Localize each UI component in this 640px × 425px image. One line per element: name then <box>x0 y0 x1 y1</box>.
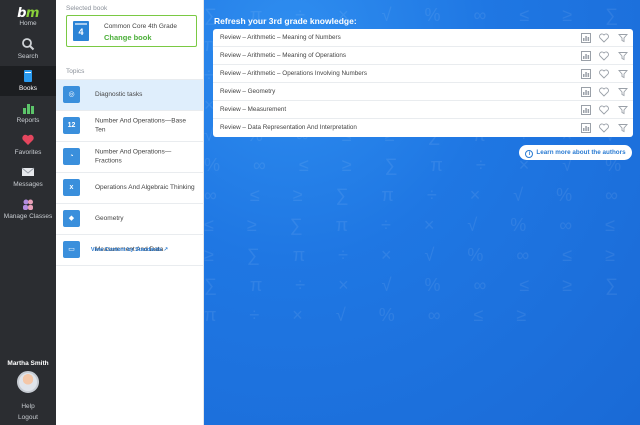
pie-chart-icon: ◔ <box>63 148 80 165</box>
number-grid-icon: 12 <box>63 117 80 134</box>
favorite-heart-icon[interactable] <box>599 123 609 133</box>
globe-icon: ◎ <box>63 86 80 103</box>
nav-search-label: Search <box>17 53 39 60</box>
heart-icon <box>22 134 34 145</box>
bar-chart-icon <box>23 104 34 114</box>
review-row[interactable]: Review – Arithmetic – Meaning of Numbers <box>213 29 633 47</box>
help-link[interactable]: Help <box>0 403 56 410</box>
report-chart-icon[interactable] <box>581 123 591 133</box>
book-cover-icon: 4 <box>73 21 89 41</box>
topic-geometry[interactable]: ◆ Geometry <box>56 204 203 235</box>
nav-books[interactable]: Books <box>0 66 56 96</box>
topics-label: Topics <box>66 68 85 75</box>
people-icon <box>23 199 33 210</box>
filter-icon[interactable] <box>618 87 628 97</box>
topic-base-ten[interactable]: 12 Number And Operations—Base Ten <box>56 111 203 142</box>
review-title: Review – Arithmetic – Meaning of Numbers <box>220 34 341 41</box>
nav-rail: bm Home Search Books Reports Favorites M… <box>0 0 56 425</box>
topic-label: Number And Operations—Base Ten <box>95 117 187 134</box>
favorite-heart-icon[interactable] <box>599 51 609 61</box>
nav-favorites-label: Favorites <box>14 149 42 156</box>
favorite-heart-icon[interactable] <box>599 105 609 115</box>
shapes-icon: ◆ <box>63 210 80 227</box>
selected-book-label: Selected book <box>66 5 108 12</box>
nav-search[interactable]: Search <box>0 34 56 64</box>
review-row[interactable]: Review – Measurement <box>213 101 633 119</box>
brand-logo: bm <box>17 6 39 21</box>
filter-icon[interactable] <box>618 105 628 115</box>
review-title: Review – Data Representation And Interpr… <box>220 124 357 131</box>
review-row[interactable]: Review – Geometry <box>213 83 633 101</box>
favorite-heart-icon[interactable] <box>599 69 609 79</box>
report-chart-icon[interactable] <box>581 87 591 97</box>
topic-label: Operations And Algebraic Thinking <box>95 183 195 191</box>
nav-favorites[interactable]: Favorites <box>0 130 56 160</box>
book-title: Common Core 4th Grade <box>104 23 177 30</box>
nav-manage-classes-label: Manage Classes <box>3 213 53 220</box>
filter-icon[interactable] <box>618 33 628 43</box>
review-row[interactable]: Review – Data Representation And Interpr… <box>213 119 633 137</box>
review-list: Review – Arithmetic – Meaning of Numbers… <box>213 29 633 137</box>
review-title: Review – Geometry <box>220 88 276 95</box>
nav-messages[interactable]: Messages <box>0 162 56 192</box>
review-title: Review – Measurement <box>220 106 287 113</box>
nav-reports-label: Reports <box>16 117 40 124</box>
book-icon <box>24 70 32 82</box>
user-name: Martha Smith <box>7 360 49 367</box>
home-label: Home <box>19 20 37 27</box>
nav-reports[interactable]: Reports <box>0 98 56 128</box>
topic-fractions[interactable]: ◔ Number And Operations—Fractions <box>56 142 203 173</box>
nav-books-label: Books <box>18 85 38 92</box>
nav-manage-classes[interactable]: Manage Classes <box>0 194 56 224</box>
review-title: Review – Arithmetic – Operations Involvi… <box>220 70 367 77</box>
filter-icon[interactable] <box>618 123 628 133</box>
review-title: Review – Arithmetic – Meaning of Operati… <box>220 52 346 59</box>
selected-book-card[interactable]: 4 Common Core 4th Grade Change book <box>66 15 197 47</box>
user-menu[interactable]: Martha Smith <box>0 360 56 393</box>
topic-diagnostic-tasks[interactable]: ◎ Diagnostic tasks <box>56 80 203 111</box>
search-icon <box>22 38 35 51</box>
main-content: ∑ π ÷ × √ % ∞ ≤ ≥ ∑ π ÷ × √ % ∞ ≤ ≥ ∑ π … <box>204 0 640 425</box>
page-title: Refresh your 3rd grade knowledge: <box>214 16 357 26</box>
review-row[interactable]: Review – Arithmetic – Operations Involvi… <box>213 65 633 83</box>
logout-link[interactable]: Logout <box>0 414 56 421</box>
filter-icon[interactable] <box>618 51 628 61</box>
change-book-link[interactable]: Change book <box>104 33 152 42</box>
report-chart-icon[interactable] <box>581 105 591 115</box>
filter-icon[interactable] <box>618 69 628 79</box>
view-by-standards-link[interactable]: View Content by Standards ↗ <box>56 247 203 253</box>
review-row[interactable]: Review – Arithmetic – Meaning of Operati… <box>213 47 633 65</box>
avatar[interactable] <box>17 371 39 393</box>
home-logo[interactable]: bm Home <box>0 6 56 27</box>
envelope-icon <box>21 167 35 176</box>
favorite-heart-icon[interactable] <box>599 33 609 43</box>
report-chart-icon[interactable] <box>581 69 591 79</box>
topics-list: ◎ Diagnostic tasks 12 Number And Operati… <box>56 79 203 266</box>
topic-label: Number And Operations—Fractions <box>95 148 172 165</box>
favorite-heart-icon[interactable] <box>599 87 609 97</box>
topic-label: Geometry <box>95 214 124 222</box>
authors-button-label: Learn more about the authors <box>536 149 626 156</box>
topic-label: Diagnostic tasks <box>95 90 143 98</box>
variable-icon: x <box>63 179 80 196</box>
nav-messages-label: Messages <box>13 181 43 188</box>
topic-algebraic-thinking[interactable]: x Operations And Algebraic Thinking <box>56 173 203 204</box>
report-chart-icon[interactable] <box>581 33 591 43</box>
report-chart-icon[interactable] <box>581 51 591 61</box>
info-icon: i <box>525 150 534 158</box>
learn-about-authors-button[interactable]: i Learn more about the authors <box>519 145 632 160</box>
book-panel: Selected book 4 Common Core 4th Grade Ch… <box>56 0 204 425</box>
